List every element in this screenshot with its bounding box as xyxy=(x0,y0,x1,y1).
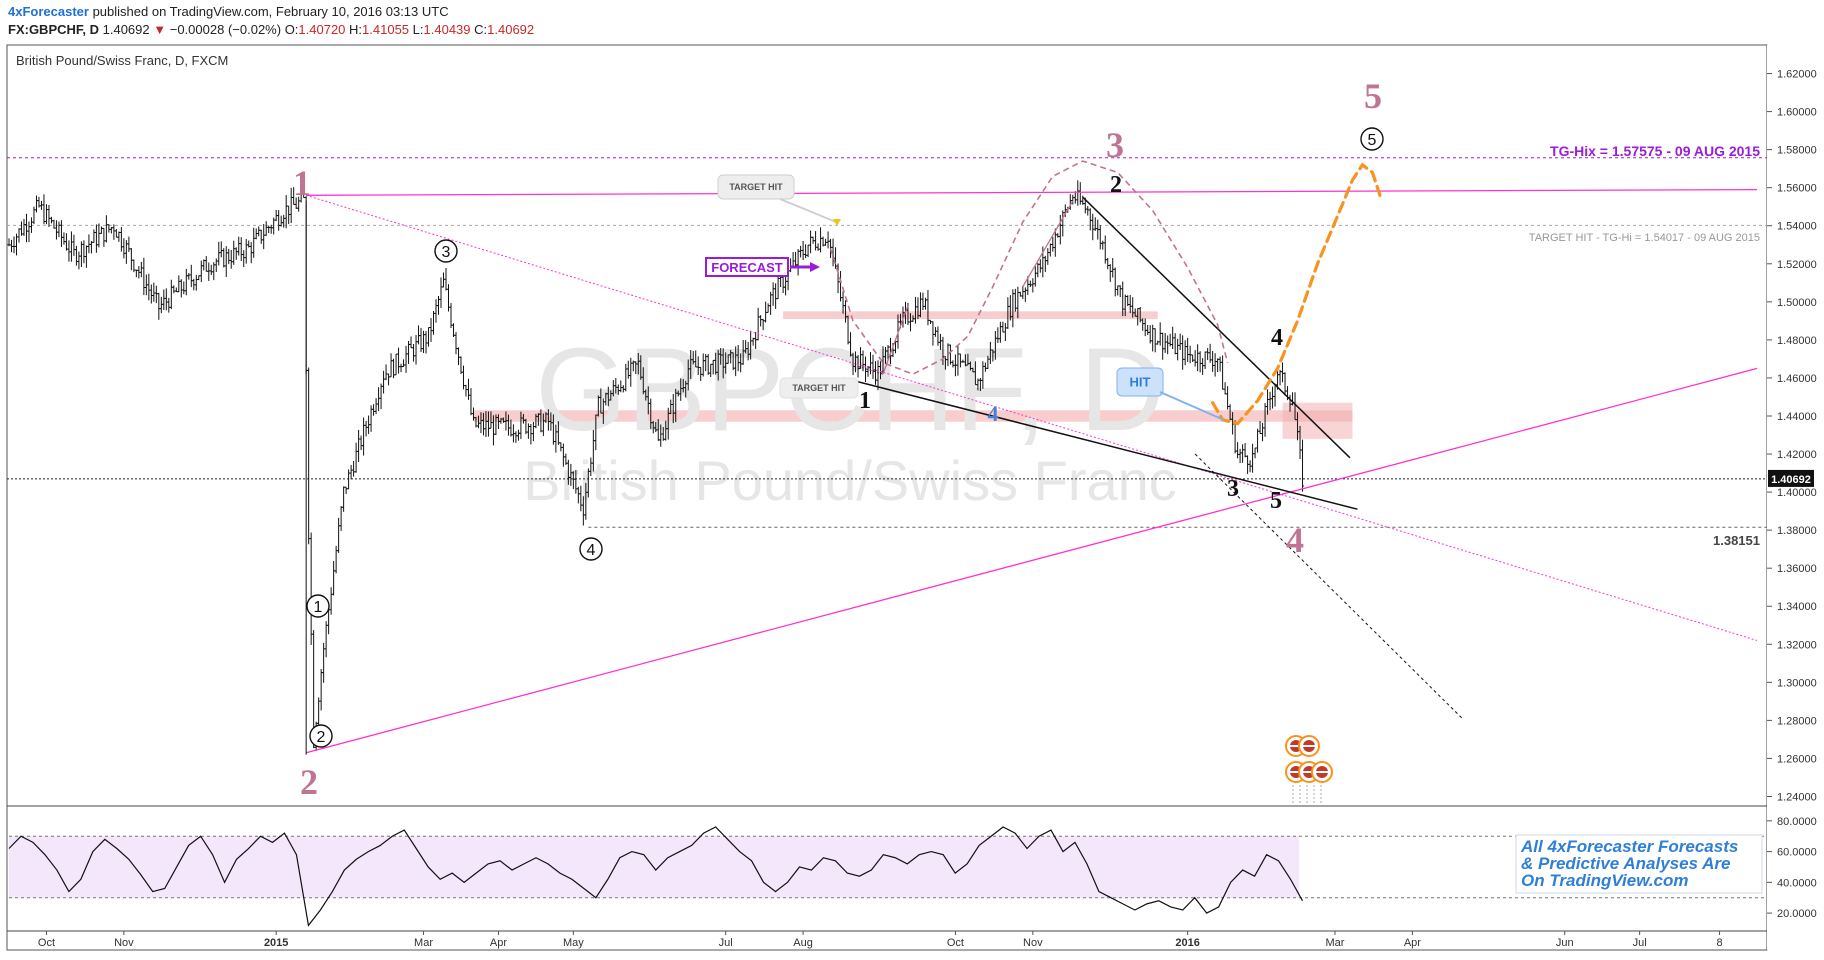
price-tick-label: 1.34000 xyxy=(1777,601,1817,613)
price-tick-label: 1.50000 xyxy=(1777,297,1817,309)
time-tick-label: Mar xyxy=(1326,937,1345,949)
chart-root: 4xForecaster published on TradingView.co… xyxy=(0,0,1824,960)
target-hit-marker xyxy=(833,219,841,226)
price-tick-label: 1.54000 xyxy=(1777,221,1817,233)
wave-big-3: 3 xyxy=(1106,125,1124,165)
price-tick-label: 1.28000 xyxy=(1777,715,1817,727)
rsi-tick-label: 20.0000 xyxy=(1777,908,1817,920)
wave-circle-3: 3 xyxy=(442,244,451,261)
time-tick-label: Nov xyxy=(114,937,134,949)
wave-blue-4: 4 xyxy=(988,401,999,426)
tg-hix-label: TG-Hix = 1.57575 - 09 AUG 2015 xyxy=(1550,143,1760,159)
wave-black-5: 5 xyxy=(1270,488,1282,514)
price-tick-label: 1.46000 xyxy=(1777,373,1817,385)
current-price-tag-label: 1.40692 xyxy=(1771,474,1811,486)
rsi-tick-label: 80.0000 xyxy=(1777,816,1817,828)
target-hit-pointer xyxy=(779,198,837,223)
wave-black-1: 1 xyxy=(859,388,871,414)
wave-black-2: 2 xyxy=(1110,172,1122,198)
time-tick-label: Jul xyxy=(719,937,733,949)
promo-line-3: On TradingView.com xyxy=(1521,871,1689,890)
time-tick-label: Mar xyxy=(414,937,433,949)
price-tick-label: 1.42000 xyxy=(1777,449,1817,461)
wave-circle-4: 4 xyxy=(587,542,596,559)
wave-black-4: 4 xyxy=(1271,325,1283,351)
price-tick-label: 1.44000 xyxy=(1777,411,1817,423)
target-hit-mid-text: TARGET HIT xyxy=(792,383,846,393)
wave-big-5: 5 xyxy=(1364,76,1382,116)
forecast-arrow-head xyxy=(810,262,820,272)
price-tick-label: 1.30000 xyxy=(1777,677,1817,689)
price-tick-label: 1.40000 xyxy=(1777,487,1817,499)
price-tick-label: 1.58000 xyxy=(1777,145,1817,157)
time-tick-label: May xyxy=(563,937,584,949)
instrument-title: British Pound/Swiss Franc, D, FXCM xyxy=(16,53,228,68)
price-tick-label: 1.36000 xyxy=(1777,563,1817,575)
price-tick-label: 1.26000 xyxy=(1777,753,1817,765)
price-tick-label: 1.56000 xyxy=(1777,183,1817,195)
time-tick-label: Apr xyxy=(490,937,507,949)
chart-canvas[interactable]: GBPCHF, D British Pound/Swiss Franc TARG… xyxy=(0,0,1824,960)
wave-circle-5: 5 xyxy=(1368,132,1377,149)
price-tick-label: 1.32000 xyxy=(1777,639,1817,651)
rsi-tick-label: 40.0000 xyxy=(1777,877,1817,889)
tg-hi-label: TARGET HIT - TG-Hi = 1.54017 - 09 AUG 20… xyxy=(1529,232,1760,244)
time-tick-label: Aug xyxy=(793,937,813,949)
level-138151-label: 1.38151 xyxy=(1713,533,1760,548)
time-tick-label: Jun xyxy=(1556,937,1574,949)
upper-channel-line xyxy=(306,188,1758,196)
wave-big-1: 1 xyxy=(293,163,311,203)
resistance-zone xyxy=(783,311,1158,319)
forecast-text: FORECAST xyxy=(711,260,783,275)
wave-circle-2: 2 xyxy=(317,729,326,746)
right-zone xyxy=(1282,402,1353,439)
wave-big-2: 2 xyxy=(300,762,318,802)
time-tick-label: Jul xyxy=(1633,937,1647,949)
purple-leg-2 xyxy=(1022,200,1074,287)
time-tick-label: 2015 xyxy=(264,937,288,949)
price-tick-label: 1.62000 xyxy=(1777,69,1817,81)
rsi-tick-label: 60.0000 xyxy=(1777,847,1817,859)
wave-big-4: 4 xyxy=(1286,520,1304,560)
price-tick-label: 1.38000 xyxy=(1777,525,1817,537)
price-tick-label: 1.52000 xyxy=(1777,259,1817,271)
hit-text: HIT xyxy=(1130,374,1151,389)
watermark: GBPCHF, D British Pound/Swiss Franc xyxy=(523,324,1177,512)
wave-black-3: 3 xyxy=(1227,476,1239,502)
wave-circle-1: 1 xyxy=(314,599,323,616)
time-tick-label: 2016 xyxy=(1175,937,1199,949)
price-tick-label: 1.48000 xyxy=(1777,335,1817,347)
time-tick-label: 8 xyxy=(1716,937,1722,949)
time-tick-label: Oct xyxy=(947,937,964,949)
price-tick-label: 1.60000 xyxy=(1777,107,1817,119)
price-tick-label: 1.24000 xyxy=(1777,791,1817,803)
watermark-name: British Pound/Swiss Franc xyxy=(523,449,1177,512)
target-hit-top-text: TARGET HIT xyxy=(729,182,783,192)
time-tick-label: Oct xyxy=(38,937,55,949)
time-tick-label: Nov xyxy=(1023,937,1043,949)
forecast-path xyxy=(1211,162,1382,426)
time-tick-label: Apr xyxy=(1404,937,1421,949)
